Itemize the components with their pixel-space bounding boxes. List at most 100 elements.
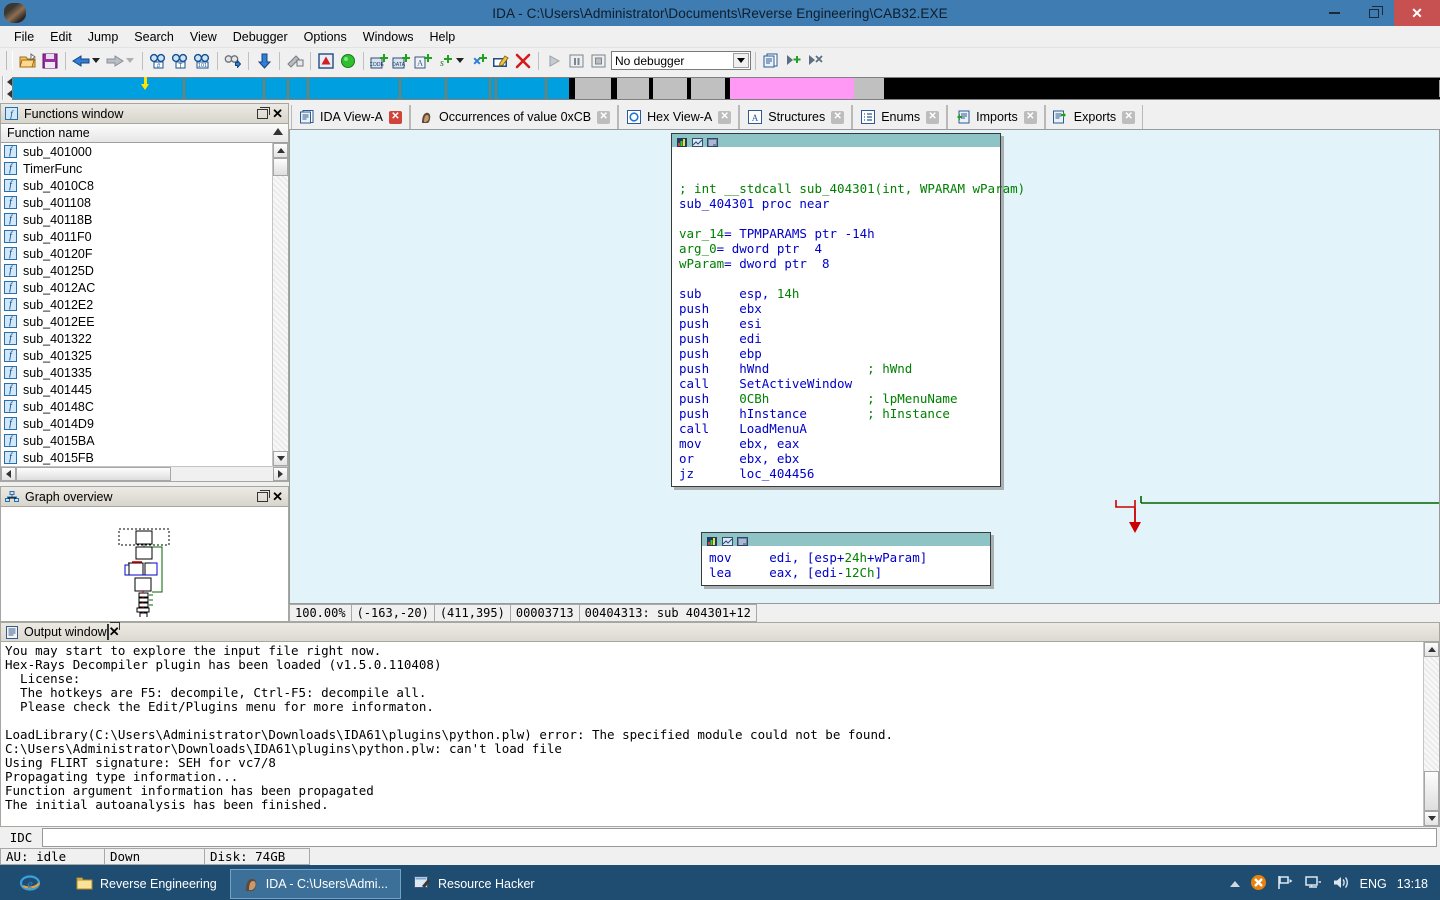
clock[interactable]: 13:18: [1397, 877, 1428, 891]
navband-segment[interactable]: [547, 77, 569, 99]
node-colors-icon[interactable]: [707, 535, 717, 546]
navband-segment[interactable]: [691, 77, 725, 99]
graph-overview-canvas[interactable]: [0, 507, 289, 622]
scroll-down-button[interactable]: [1424, 811, 1439, 826]
scroll-down-button[interactable]: [273, 451, 288, 466]
warning-icon[interactable]: [315, 50, 337, 71]
navband-segment[interactable]: [575, 77, 611, 99]
back-dropdown-icon[interactable]: [92, 58, 100, 63]
restore-icon[interactable]: [106, 624, 109, 640]
toolbar-grip[interactable]: [6, 51, 13, 70]
function-list-item[interactable]: f sub_40125D: [1, 262, 272, 279]
restore-icon[interactable]: [257, 489, 271, 502]
undefine-icon[interactable]: [512, 50, 534, 71]
node-text-icon[interactable]: [707, 136, 718, 147]
function-list-item[interactable]: f sub_4012EE: [1, 313, 272, 330]
make-data-icon[interactable]: DATA: [390, 50, 412, 71]
menu-item-edit[interactable]: Edit: [42, 28, 80, 46]
make-array-icon[interactable]: [468, 50, 490, 71]
restore-icon[interactable]: [257, 106, 271, 119]
menu-item-file[interactable]: File: [6, 28, 42, 46]
close-button[interactable]: ✕: [1394, 0, 1440, 26]
taskbar-item-internet-explorer[interactable]: e: [4, 869, 63, 899]
graph-node-second[interactable]: mov edi, [esp+24h+wParam] lea eax, [edi-…: [701, 532, 991, 586]
function-list-item[interactable]: f sub_4012AC: [1, 279, 272, 296]
list-icon[interactable]: [760, 50, 782, 71]
scroll-thumb[interactable]: [1424, 771, 1439, 811]
forward-dropdown-icon[interactable]: [126, 58, 134, 63]
functions-vertical-scrollbar[interactable]: [272, 143, 288, 466]
navband-segment[interactable]: [401, 77, 445, 99]
navband-segment[interactable]: [854, 77, 884, 99]
scroll-track-horizontal[interactable]: [171, 467, 273, 481]
function-list-item[interactable]: f sub_4010C8: [1, 177, 272, 194]
functions-column-header[interactable]: Function name: [1, 124, 288, 143]
output-vertical-scrollbar[interactable]: [1423, 642, 1439, 826]
scroll-track[interactable]: [1424, 657, 1439, 771]
idc-input[interactable]: [42, 828, 1437, 847]
sort-ascending-icon[interactable]: [273, 128, 283, 135]
navband-segment[interactable]: [289, 77, 307, 99]
navband-grip[interactable]: [2, 76, 4, 100]
graph-node-entry[interactable]: ; int __stdcall sub_404301(int, WPARAM w…: [671, 133, 1025, 487]
function-list-item[interactable]: f sub_4011F0: [1, 228, 272, 245]
close-icon[interactable]: ✕: [272, 107, 283, 120]
menu-item-help[interactable]: Help: [421, 28, 463, 46]
scroll-thumb[interactable]: [273, 158, 288, 176]
node-text-icon[interactable]: [737, 535, 748, 546]
function-list-item[interactable]: f sub_401000: [1, 143, 272, 160]
scroll-thumb-horizontal[interactable]: [16, 467, 171, 481]
search-text-icon[interactable]: T: [169, 50, 191, 71]
search-next-icon[interactable]: [222, 50, 244, 71]
ida-view-a-graph[interactable]: ; int __stdcall sub_404301(int, WPARAM w…: [289, 129, 1440, 604]
function-list-item[interactable]: f sub_4014D9: [1, 415, 272, 432]
navband-segment[interactable]: [309, 77, 399, 99]
function-list-item[interactable]: f sub_40118B: [1, 211, 272, 228]
menu-item-options[interactable]: Options: [296, 28, 355, 46]
search-sequence-icon[interactable]: 101: [191, 50, 213, 71]
tab-close-icon[interactable]: ✕: [831, 110, 845, 124]
language-indicator[interactable]: ENG: [1360, 877, 1387, 891]
stop-icon[interactable]: [587, 50, 609, 71]
show-hidden-icons-icon[interactable]: [1229, 881, 1240, 887]
navband-segment[interactable]: [185, 77, 263, 99]
tab-close-icon[interactable]: ✕: [1023, 110, 1037, 124]
tab-hex-view-a[interactable]: Hex View-A ✕: [618, 105, 740, 129]
function-list-item[interactable]: f sub_4012E2: [1, 296, 272, 313]
navband-segment[interactable]: [653, 77, 687, 99]
scroll-up-button[interactable]: [273, 143, 288, 158]
menu-item-search[interactable]: Search: [126, 28, 182, 46]
navband-segment[interactable]: [13, 77, 183, 99]
tab-close-icon[interactable]: ✕: [926, 110, 940, 124]
save-icon[interactable]: [39, 50, 61, 71]
edit-icon[interactable]: [490, 50, 512, 71]
tab-close-icon[interactable]: ✕: [389, 110, 402, 124]
function-list-item[interactable]: f sub_4015BA: [1, 432, 272, 449]
navband-segment[interactable]: [447, 77, 489, 99]
menu-item-jump[interactable]: Jump: [80, 28, 127, 46]
menu-item-debugger[interactable]: Debugger: [225, 28, 296, 46]
tab-close-icon[interactable]: ✕: [597, 110, 611, 124]
scroll-left-button[interactable]: [1, 467, 16, 481]
navband-segment[interactable]: [265, 77, 287, 99]
navigate-forward-icon[interactable]: [104, 50, 126, 71]
breakpoint-add-icon[interactable]: [782, 50, 804, 71]
navband-segment[interactable]: [884, 77, 1440, 99]
navband-segment[interactable]: [497, 77, 545, 99]
navigation-strip[interactable]: [12, 76, 1440, 100]
navband-segment[interactable]: [730, 77, 854, 99]
search-hex-icon[interactable]: #: [147, 50, 169, 71]
open-file-icon[interactable]: [17, 50, 39, 71]
node-graph-icon[interactable]: [722, 535, 733, 546]
function-list-item[interactable]: f sub_40120F: [1, 245, 272, 262]
navigate-back-icon[interactable]: [70, 50, 92, 71]
menu-item-view[interactable]: View: [182, 28, 225, 46]
functions-list[interactable]: f sub_401000 f TimerFunc f sub_4010C8 f sub_401…: [1, 143, 272, 466]
make-struct-icon[interactable]: s: [434, 50, 456, 71]
navband-segment[interactable]: [617, 77, 649, 99]
function-list-item[interactable]: f TimerFunc: [1, 160, 272, 177]
function-list-item[interactable]: f sub_401325: [1, 347, 272, 364]
scroll-right-button[interactable]: [273, 467, 288, 481]
antivirus-icon[interactable]: [1250, 874, 1267, 894]
debugger-select[interactable]: No debugger: [611, 51, 751, 70]
